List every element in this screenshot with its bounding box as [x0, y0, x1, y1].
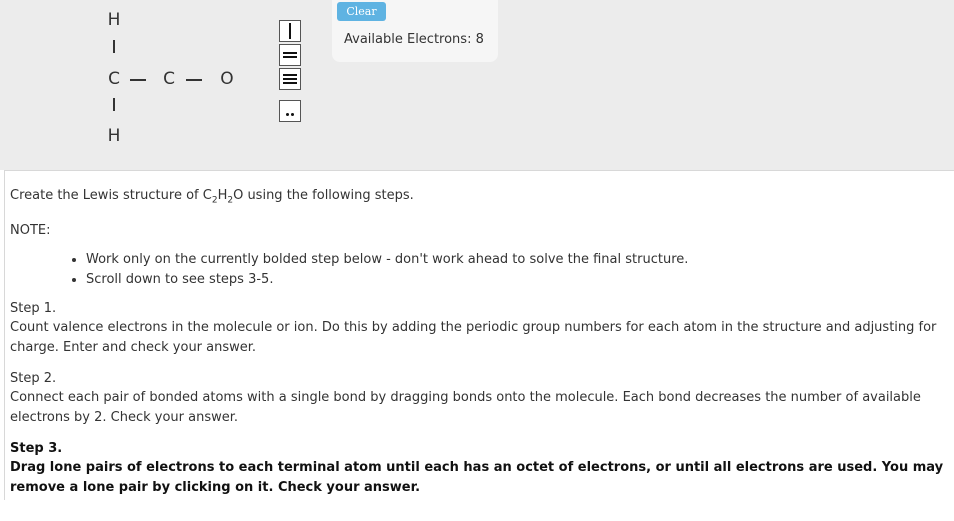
note-item: Scroll down to see steps 3-5. — [86, 270, 688, 290]
atom-c-left[interactable]: C — [106, 69, 122, 89]
atom-h-top[interactable]: H — [106, 10, 122, 30]
bond-c-c[interactable] — [130, 79, 146, 81]
note-item: Work only on the currently bolded step b… — [86, 250, 688, 270]
step-2-text: Connect each pair of bonded atoms with a… — [10, 390, 921, 425]
single-bond-tool[interactable] — [279, 20, 301, 42]
step-2-title: Step 2. — [10, 371, 57, 386]
note-label: NOTE: — [10, 223, 51, 238]
lone-pair-tool[interactable] — [279, 100, 301, 122]
bond-c-h-bottom[interactable] — [113, 98, 115, 111]
lone-pair-icon — [286, 113, 289, 116]
double-bond-tool[interactable] — [279, 44, 301, 66]
step-3-title: Step 3. — [10, 441, 63, 456]
atom-h-bottom[interactable]: H — [106, 126, 122, 146]
atom-o[interactable]: O — [219, 69, 235, 89]
notes-list: Work only on the currently bolded step b… — [48, 250, 688, 290]
triple-bond-tool[interactable] — [279, 68, 301, 90]
available-electrons: Available Electrons: 8 — [344, 32, 484, 47]
step-1-title: Step 1. — [10, 301, 57, 316]
atom-c-middle[interactable]: C — [161, 69, 177, 89]
triple-bond-icon — [283, 74, 297, 76]
single-bond-icon — [289, 23, 291, 39]
double-bond-icon — [283, 52, 297, 54]
clear-button[interactable]: Clear — [337, 2, 386, 21]
intro-text: Create the Lewis structure of C2H2O usin… — [10, 188, 414, 206]
step-1-text: Count valence electrons in the molecule … — [10, 320, 937, 355]
bond-c-o[interactable] — [186, 79, 202, 81]
bond-h-top-c[interactable] — [113, 40, 115, 53]
step-3-text: Drag lone pairs of electrons to each ter… — [10, 460, 944, 495]
